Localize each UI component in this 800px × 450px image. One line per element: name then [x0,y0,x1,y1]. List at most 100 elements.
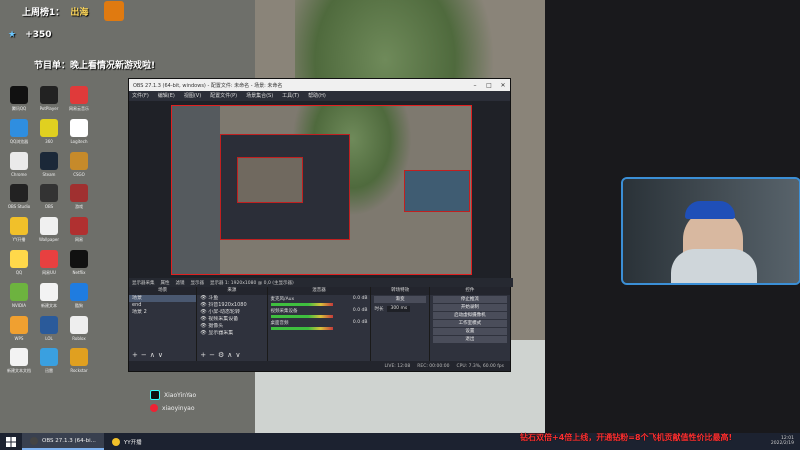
desktop-icon[interactable]: Steam [34,152,64,177]
source-name: 视频采集设备 [208,316,239,322]
preview-webcam-source[interactable] [404,170,470,212]
desktop-icon[interactable]: 酷狗 [64,283,94,309]
obs-titlebar[interactable]: OBS 27.1.3 (64-bit, windows) - 配置文件: 未命名… [129,79,510,91]
scene-item[interactable]: end [129,302,196,309]
desktop-icon[interactable]: Chrome [4,152,34,177]
desktop-icon-image-icon [10,316,28,334]
source-item[interactable]: 👁 视频采集设备 [197,316,266,323]
taskbar-clock[interactable]: 12:01 2022/2/19 [771,436,794,446]
desktop-icon-image-icon [70,348,88,366]
desktop-icon[interactable]: Roblox [64,316,94,341]
mixer-channel: 麦克风/Aux 0.0 dB [268,295,371,307]
desktop-icon[interactable]: CSGO [64,152,94,177]
source-item[interactable]: 👁 小屏-动态轮转 [197,309,266,316]
menu-item[interactable]: 场景集合(S) [246,92,273,99]
obs-window[interactable]: OBS 27.1.3 (64-bit, windows) - 配置文件: 未命名… [128,78,513,372]
desktop-icon[interactable]: 腾讯QQ [4,86,34,112]
desktop-icon-image-icon [40,250,58,268]
desktop-icon[interactable]: OBS Studio [4,184,34,210]
scene-dock-buttons[interactable]: +−∧∨ [132,351,166,359]
desktop-icon-image-icon [10,119,28,137]
source-item[interactable]: 👁 摄像头 [197,323,266,330]
source-toolbar-item[interactable]: 显示器采集 [132,280,155,286]
volume-meter [270,303,333,306]
desktop-icon-label: QQ [15,270,23,275]
mixer-channel-name: 麦克风/Aux [270,297,295,302]
weibo-id: xiaoyinyao [162,404,195,412]
desktop-icon-label: 游戏 [75,204,83,209]
desktop-icon[interactable]: 新建文本文档 [4,348,34,374]
mixer-channel-header: 麦克风/Aux 0.0 dB [271,296,368,302]
desktop-icon[interactable]: 360 [34,119,64,145]
desktop-icon[interactable]: YY开播 [4,217,34,243]
minimize-icon[interactable]: – [468,82,482,89]
menu-item[interactable]: 帮助(H) [308,92,326,99]
control-button[interactable]: 工作室模式 [432,320,507,327]
menu-item[interactable]: 视图(V) [184,92,201,99]
duration-input[interactable]: 300 ms [387,306,411,312]
menu-item[interactable]: 工具(T) [282,92,299,99]
source-name: 斗鱼 [208,295,219,301]
desktop-icon[interactable]: OBS [34,184,64,210]
mixer-channel-name: 视频采集设备 [270,309,298,314]
desktop-icon[interactable]: 迅雷 [34,348,64,374]
desktop-icon[interactable]: 游戏 [64,184,94,210]
desktop-icon[interactable]: LOL [34,316,64,341]
close-icon[interactable]: ✕ [496,82,510,89]
desktop-icon-label: OBS [44,204,54,209]
windows-icon [6,436,16,447]
start-button[interactable] [0,436,22,447]
desktop-icon-label: PotPlayer [39,106,59,111]
control-button[interactable]: 启动虚拟摄像机 [432,312,507,319]
scene-item[interactable]: 场景 2 [129,309,196,316]
source-toolbar-item[interactable]: 属性 [161,280,170,286]
taskbar-app[interactable]: OBS 27.1.3 (64-bi... [22,433,104,450]
douyin-id: XiaoYinYao [164,391,197,399]
desktop-icon[interactable]: QQ [4,250,34,276]
source-item[interactable]: 👁 斗鱼 [197,295,266,302]
desktop-icon-image-icon [40,119,58,137]
desktop-icon-image-icon [10,217,28,235]
desktop-icon-label: 迅雷 [45,368,53,373]
desktop-icon[interactable]: 新建文本 [34,283,64,309]
preview-canvas[interactable] [171,105,472,275]
menu-item[interactable]: 配置文件(P) [210,92,237,99]
desktop-icon-grid: 腾讯QQ PotPlayer 网易云音乐 QQ浏览器 360 Logitech Chrome… [4,86,94,374]
source-toolbar-item[interactable]: 显示器 [191,280,205,286]
desktop-icon-image-icon [10,283,28,301]
desktop-icon[interactable]: 网易云音乐 [64,86,94,112]
control-button[interactable]: 开始录制 [432,304,507,311]
scene-item[interactable]: 场景 [129,295,197,302]
menu-item[interactable]: 文件(F) [132,92,149,99]
source-item[interactable]: 👁 抖音1920x1080 [197,302,266,309]
mixer-list: 麦克风/Aux 0.0 dB 视频采集设备 0.0 dB 桌面音频 0.0 dB [268,295,371,331]
menu-item[interactable]: 编辑(E) [158,92,175,99]
preview-desktop-strip [172,106,220,274]
desktop-icon[interactable]: PotPlayer [34,86,64,112]
source-toolbar-item[interactable]: 显示器 1: 1920x1080 @ 0,0 (主显示器) [210,280,294,286]
control-button[interactable]: 退出 [432,336,507,343]
gain-value: +350 [25,30,52,40]
desktop-icon-image-icon [70,86,88,104]
desktop-icon[interactable]: QQ浏览器 [4,119,34,145]
desktop-icon[interactable]: Rockstar [64,348,94,374]
desktop-icon[interactable]: 网易UU [34,250,64,276]
source-toolbar-item[interactable]: 滤镜 [176,280,185,286]
source-dock-buttons[interactable]: +−⚙∧∨ [200,351,243,359]
maximize-icon[interactable]: □ [482,82,496,89]
desktop-icon[interactable]: Logitech [64,119,94,145]
desktop-icon[interactable]: WPS [4,316,34,341]
control-button[interactable]: 设置 [432,328,507,335]
source-item[interactable]: 👁 显示器采集 [197,330,266,337]
transition-select[interactable]: 渐变 [374,296,426,303]
taskbar-app[interactable]: YY开播 [104,433,150,450]
desktop-icon[interactable]: 网易 [64,217,94,243]
desktop-icon-label: Rockstar [70,368,88,373]
desktop-icon[interactable]: NVIDIA [4,283,34,309]
control-button[interactable]: 停止推流 [432,296,507,303]
desktop-icon[interactable]: Netflix [64,250,94,276]
streamer-shirt [671,249,757,283]
desktop-icon[interactable]: Wallpaper [34,217,64,243]
scene-list: 场景 end 场景 2 [129,295,197,316]
desktop-icon-label: 酷狗 [75,303,83,308]
